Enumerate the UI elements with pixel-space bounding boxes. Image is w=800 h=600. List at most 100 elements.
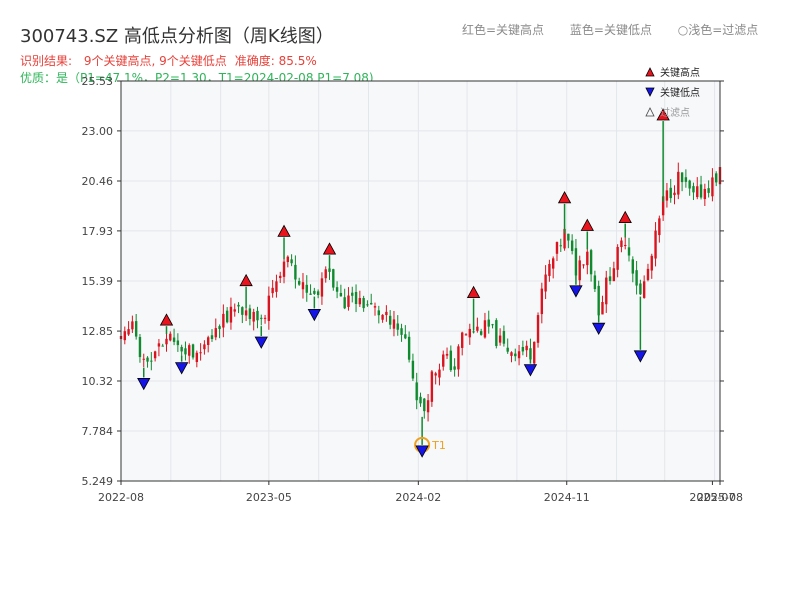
candle-body <box>449 350 453 371</box>
candle-body <box>286 256 290 263</box>
candle-body <box>559 245 562 247</box>
y-tick-label: 7.784 <box>82 425 114 438</box>
candle-body <box>142 358 145 360</box>
candle-body <box>309 293 312 295</box>
candle-body <box>430 371 434 402</box>
x-axis: 2022-08 2023-05 2024-02 2024-11 2025-072025-… <box>98 481 743 504</box>
candle-body <box>461 332 464 348</box>
legend-marker <box>645 67 655 77</box>
candle-body <box>654 230 657 259</box>
candle-body <box>570 240 574 251</box>
candle-body <box>180 346 183 352</box>
y-tick-label: 5.249 <box>82 475 114 488</box>
candle-body <box>225 310 229 323</box>
candle-body <box>567 233 570 241</box>
candle-body <box>434 373 437 376</box>
x-tick-label: 2025-08 <box>697 491 743 504</box>
candle-body <box>233 309 236 312</box>
candle-body <box>502 331 506 344</box>
candle-body <box>464 334 468 336</box>
candle-body <box>161 345 164 347</box>
candle-body <box>146 357 149 362</box>
candle-body <box>491 324 494 326</box>
candle-body <box>555 242 559 254</box>
candle-body <box>650 255 653 271</box>
candle-body <box>184 348 187 355</box>
candle-body <box>510 352 513 356</box>
candle-body <box>400 328 403 335</box>
candle-body <box>426 400 430 413</box>
candle-body <box>248 308 252 320</box>
candle-body <box>404 334 407 339</box>
candle-body <box>407 336 411 360</box>
candle-body <box>237 304 240 307</box>
candle-body <box>206 337 210 346</box>
candle-body <box>260 317 263 319</box>
candle-body <box>415 382 418 401</box>
candle-body <box>229 306 233 323</box>
candle-body <box>191 344 195 358</box>
candle-body <box>332 269 335 288</box>
candle-body <box>290 259 293 264</box>
candle-body <box>214 328 217 338</box>
candle-body <box>684 177 688 182</box>
candle-body <box>533 341 536 364</box>
candle-body <box>551 258 555 269</box>
candle-body <box>172 337 176 342</box>
candle-body <box>134 321 138 337</box>
candle-body <box>343 297 346 309</box>
candle-body <box>335 287 339 292</box>
candle-body <box>297 281 301 285</box>
candle-body <box>199 352 202 354</box>
y-tick-label: 17.93 <box>82 225 114 238</box>
candle-body <box>582 264 585 266</box>
candle-body <box>222 313 225 328</box>
candle-body <box>366 304 369 306</box>
candle-body <box>673 192 676 196</box>
candle-body <box>203 344 206 350</box>
candle-body <box>252 311 255 322</box>
candle-body <box>301 282 305 290</box>
candle-body <box>544 274 547 292</box>
candle-body <box>506 347 509 352</box>
legend-label: 关键高点 <box>660 66 700 79</box>
candle-body <box>320 278 324 297</box>
candle-body <box>472 331 475 333</box>
candle-body <box>624 245 627 247</box>
candle-body <box>354 291 358 305</box>
candle-body <box>639 283 642 295</box>
x-tick-label: 2024-11 <box>544 491 590 504</box>
candle-body <box>696 186 699 198</box>
candle-body <box>176 340 180 346</box>
candle-body <box>601 302 604 315</box>
candle-body <box>153 351 157 359</box>
candle-body <box>370 302 373 305</box>
x-tick-label: 2022-08 <box>98 491 144 504</box>
candle-body <box>188 345 191 356</box>
candle-body <box>324 269 327 279</box>
candle-body <box>419 396 422 404</box>
candle-body <box>411 360 415 379</box>
x-tick-label: 2023-05 <box>246 491 292 504</box>
candle-body <box>241 307 244 315</box>
candle-body <box>589 250 593 275</box>
candle-body <box>377 310 380 316</box>
y-tick-label: 15.39 <box>82 275 114 288</box>
candle-body <box>498 335 502 343</box>
candle-body <box>616 246 619 270</box>
candle-body <box>358 298 362 305</box>
candle-body <box>138 336 142 358</box>
candle-body <box>646 268 650 281</box>
candle-body <box>373 306 377 308</box>
candle-body <box>388 315 392 325</box>
candle-body <box>495 320 498 346</box>
candle-body <box>275 281 278 292</box>
candle-body <box>476 326 479 331</box>
candle-body <box>521 347 525 352</box>
candle-body <box>612 268 616 282</box>
candle-body <box>218 326 221 330</box>
candle-body <box>381 314 384 320</box>
candle-body <box>578 260 581 281</box>
y-tick-label: 23.00 <box>82 125 114 138</box>
legend-label: 过滤点 <box>660 106 690 119</box>
